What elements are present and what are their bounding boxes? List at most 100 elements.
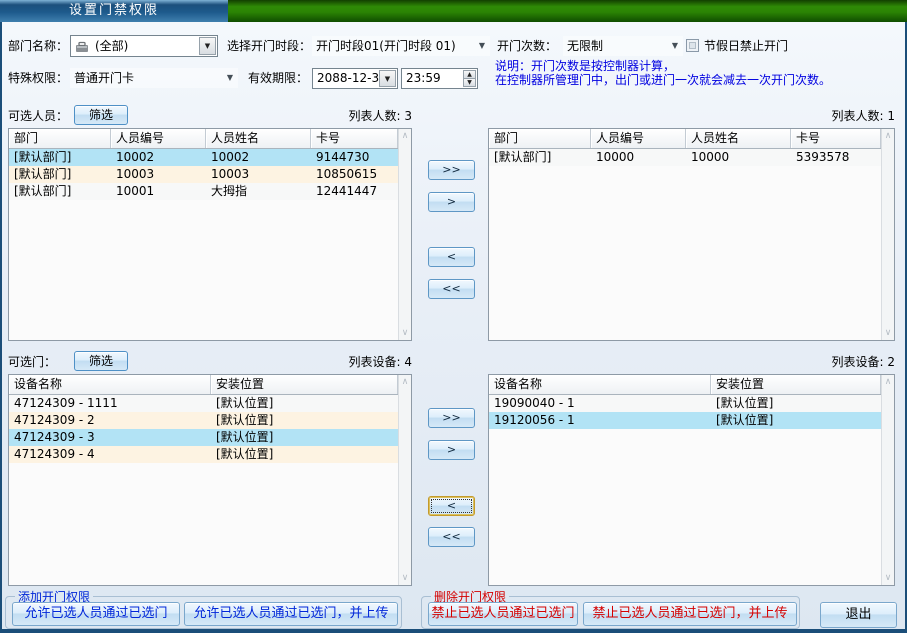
open-times-value: 无限制 — [567, 36, 603, 56]
cell-card: 9144730 — [311, 149, 398, 166]
column-header-name[interactable]: 人员姓名 — [686, 129, 791, 148]
vertical-scrollbar[interactable]: ∧ ∨ — [881, 129, 894, 340]
forbid-upload-button[interactable]: 禁止已选人员通过已选门，并上传 — [583, 602, 797, 626]
dropdown-arrow-icon[interactable]: ▼ — [379, 70, 396, 87]
scroll-down-icon[interactable]: ∨ — [885, 573, 892, 583]
window-border-bottom — [0, 629, 907, 633]
department-select[interactable]: (全部) ▼ — [70, 35, 218, 57]
column-header-id[interactable]: 人员编号 — [111, 129, 206, 148]
table-header-row: 部门 人员编号 人员姓名 卡号 — [489, 129, 881, 149]
personnel-move-right-button[interactable]: > — [428, 192, 475, 212]
column-header-device[interactable]: 设备名称 — [9, 375, 211, 394]
table-row[interactable]: [默认部门] 10001 大拇指 12441447 — [9, 183, 398, 200]
forbid-button[interactable]: 禁止已选人员通过已选门 — [428, 602, 578, 626]
table-row[interactable]: [默认部门] 10000 10000 5393578 — [489, 149, 881, 166]
table-header-row: 设备名称 安装位置 — [489, 375, 881, 395]
table-header-row: 设备名称 安装位置 — [9, 375, 398, 395]
scroll-up-icon[interactable]: ∧ — [402, 377, 409, 387]
window-title: 设置门禁权限 — [69, 3, 159, 18]
table-row[interactable]: 47124309 - 4 [默认位置] — [9, 446, 398, 463]
cell-name: 10000 — [686, 149, 791, 166]
note-line-1: 说明：开门次数是按控制器计算， — [495, 59, 675, 73]
table-header-row: 部门 人员编号 人员姓名 卡号 — [9, 129, 398, 149]
selected-doors-table: 设备名称 安装位置 19090040 - 1 [默认位置] 19120056 -… — [488, 374, 895, 586]
validity-date-picker[interactable]: 2088-12-30 ▼ — [312, 68, 398, 89]
personnel-move-left-button[interactable]: < — [428, 247, 475, 267]
open-period-value: 开门时段01(开门时段 01) — [316, 36, 456, 56]
department-icon — [75, 41, 90, 53]
open-times-select[interactable]: 无限制 ▼ — [563, 36, 683, 56]
scroll-down-icon[interactable]: ∨ — [402, 573, 409, 583]
scroll-up-icon[interactable]: ∧ — [402, 131, 409, 141]
personnel-filter-button[interactable]: 筛选 — [74, 105, 128, 125]
checkbox-inner — [689, 42, 696, 49]
column-header-dept[interactable]: 部门 — [9, 129, 111, 148]
allow-button[interactable]: 允许已选人员通过已选门 — [12, 602, 180, 626]
vertical-scrollbar[interactable]: ∧ ∨ — [398, 129, 411, 340]
table-row[interactable]: 47124309 - 3 [默认位置] — [9, 429, 398, 446]
column-header-dept[interactable]: 部门 — [489, 129, 591, 148]
holiday-forbid-label: 节假日禁止开门 — [704, 36, 788, 56]
personnel-left-count: 列表人数: 3 — [300, 106, 412, 126]
vertical-scrollbar[interactable]: ∧ ∨ — [398, 375, 411, 585]
doors-move-all-left-button[interactable]: << — [428, 527, 475, 547]
table-row[interactable]: 19090040 - 1 [默认位置] — [489, 395, 881, 412]
spin-down-icon[interactable]: ▼ — [463, 78, 476, 87]
column-header-location[interactable]: 安装位置 — [211, 375, 398, 394]
doors-left-count: 列表设备: 4 — [300, 352, 412, 372]
table-row[interactable]: 47124309 - 1111 [默认位置] — [9, 395, 398, 412]
doors-section-label: 可选门： — [8, 352, 56, 372]
column-header-card[interactable]: 卡号 — [791, 129, 881, 148]
table-row[interactable]: 19120056 - 1 [默认位置] — [489, 412, 881, 429]
scroll-up-icon[interactable]: ∧ — [885, 131, 892, 141]
cell-name: 10002 — [206, 149, 311, 166]
cell-device: 19090040 - 1 — [489, 395, 711, 412]
table-row[interactable]: 47124309 - 2 [默认位置] — [9, 412, 398, 429]
scroll-down-icon[interactable]: ∨ — [885, 328, 892, 338]
cell-location: [默认位置] — [211, 395, 398, 412]
personnel-move-all-right-button[interactable]: >> — [428, 160, 475, 180]
title-bar-extension — [228, 0, 907, 22]
open-period-select[interactable]: 开门时段01(开门时段 01) ▼ — [312, 36, 490, 56]
holiday-forbid-checkbox[interactable] — [686, 39, 699, 52]
doors-right-count: 列表设备: 2 — [780, 352, 895, 372]
dropdown-arrow-icon[interactable]: ▼ — [199, 37, 216, 55]
cell-card: 12441447 — [311, 183, 398, 200]
cell-device: 47124309 - 3 — [9, 429, 211, 446]
exit-button[interactable]: 退出 — [820, 602, 897, 628]
open-times-label: 开门次数： — [497, 36, 557, 56]
column-header-location[interactable]: 安装位置 — [711, 375, 881, 394]
allow-upload-button[interactable]: 允许已选人员通过已选门，并上传 — [184, 602, 398, 626]
set-door-permission-window: 设置门禁权限 部门名称： (全部) ▼ 选择开门时段： 开门时段01(开门时段 … — [0, 0, 907, 633]
cell-id: 10000 — [591, 149, 686, 166]
table-row[interactable]: [默认部门] 10003 10003 10850615 — [9, 166, 398, 183]
vertical-scrollbar[interactable]: ∧ ∨ — [881, 375, 894, 585]
special-permission-select[interactable]: 普通开门卡 ▼ — [70, 68, 238, 88]
doors-move-left-button[interactable]: < — [428, 496, 475, 516]
table-row[interactable]: [默认部门] 10002 10002 9144730 — [9, 149, 398, 166]
cell-location: [默认位置] — [211, 446, 398, 463]
column-header-name[interactable]: 人员姓名 — [206, 129, 311, 148]
validity-label: 有效期限： — [248, 68, 308, 88]
special-permission-value: 普通开门卡 — [74, 68, 134, 88]
special-permission-label: 特殊权限： — [8, 68, 68, 88]
doors-move-right-button[interactable]: > — [428, 440, 475, 460]
scroll-down-icon[interactable]: ∨ — [402, 328, 409, 338]
cell-id: 10001 — [111, 183, 206, 200]
column-header-id[interactable]: 人员编号 — [591, 129, 686, 148]
doors-move-all-right-button[interactable]: >> — [428, 408, 475, 428]
scroll-up-icon[interactable]: ∧ — [885, 377, 892, 387]
column-header-device[interactable]: 设备名称 — [489, 375, 711, 394]
column-header-card[interactable]: 卡号 — [311, 129, 398, 148]
validity-time-spinner[interactable]: 23:59 ▲ ▼ — [401, 68, 478, 89]
doors-filter-button[interactable]: 筛选 — [74, 351, 128, 371]
cell-device: 19120056 - 1 — [489, 412, 711, 429]
cell-dept: [默认部门] — [489, 149, 591, 166]
validity-time-value: 23:59 — [406, 69, 441, 88]
cell-location: [默认位置] — [711, 412, 881, 429]
personnel-move-all-left-button[interactable]: << — [428, 279, 475, 299]
window-border-left — [0, 22, 2, 633]
personnel-section-label: 可选人员： — [8, 106, 68, 126]
open-period-label: 选择开门时段： — [227, 36, 311, 56]
cell-id: 10003 — [111, 166, 206, 183]
